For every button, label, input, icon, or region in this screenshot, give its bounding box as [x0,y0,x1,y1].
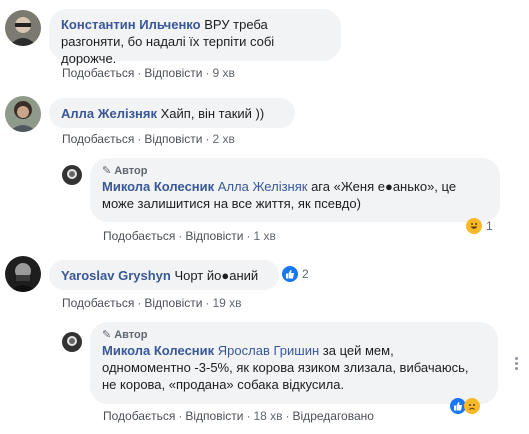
like-link[interactable]: Подобається [62,132,134,146]
separator: · [178,409,183,423]
timestamp[interactable]: 2 хв [212,132,234,146]
pencil-icon: ✎ [102,329,112,341]
reaction-summary[interactable]: 1 [466,218,493,234]
separator: · [205,296,210,310]
like-link[interactable]: Подобається [103,229,175,243]
comment-author[interactable]: Алла Желізняк [61,106,157,121]
avatar[interactable] [62,165,82,185]
separator: · [205,132,210,146]
pencil-icon: ✎ [102,165,112,177]
separator: · [137,66,142,80]
comment-actions: Подобається · Відповісти · 2 хв [62,132,235,146]
comment-bubble: ✎ Автор Микола Колесник Алла Желізняк ага… [90,158,500,222]
reply-link[interactable]: Відповісти [144,66,202,80]
comment-author[interactable]: Микола Колесник [102,343,214,358]
mention-tag[interactable]: Алла Желізняк [218,179,308,194]
comment-author[interactable]: Микола Колесник [102,179,214,194]
comment-text: Хайп, він такий )) [160,106,265,121]
comment-actions: Подобається · Відповісти · 1 хв [103,229,276,243]
separator: · [285,409,290,423]
comment-bubble: ✎ Автор Микола Колесник Ярослав Гришин за… [90,322,498,404]
separator: · [246,229,251,243]
reaction-summary[interactable] [450,398,480,414]
reaction-count: 1 [486,219,493,233]
separator: · [137,296,142,310]
separator: · [246,409,251,423]
avatar[interactable] [5,256,41,292]
comment-author[interactable]: Константин Ильченко [61,17,201,32]
author-badge-label: Автор [114,329,148,341]
timestamp[interactable]: 18 хв [253,409,282,423]
separator: · [205,66,210,80]
like-reaction-icon [282,266,298,282]
timestamp[interactable]: 19 хв [212,296,241,310]
reply-link[interactable]: Відповісти [185,229,243,243]
sad-reaction-icon [464,398,480,414]
like-link[interactable]: Подобається [62,66,134,80]
comment-actions: Подобається · Відповісти · 19 хв [62,296,242,310]
mention-tag[interactable]: Ярослав Гришин [218,343,319,358]
reaction-summary[interactable]: 2 [282,266,309,282]
author-badge-label: Автор [114,165,148,177]
comment-text: Чорт йо●аний [174,268,259,283]
comment-actions: Подобається · Відповісти · 18 хв · Відредагова… [103,409,374,423]
comment-bubble: Константин Ильченко ВРУ треба разгоняти,… [49,9,341,66]
author-badge: ✎ Автор [102,164,488,178]
haha-reaction-icon [466,218,482,234]
timestamp[interactable]: 1 хв [253,229,275,243]
reply-link[interactable]: Відповісти [185,409,243,423]
separator: · [178,229,183,243]
like-link[interactable]: Подобається [62,296,134,310]
avatar[interactable] [5,10,41,46]
comment-author[interactable]: Yaroslav Gryshyn [61,268,171,283]
separator: · [137,132,142,146]
avatar[interactable] [62,332,82,352]
reply-link[interactable]: Відповісти [144,296,202,310]
like-link[interactable]: Подобається [103,409,175,423]
timestamp[interactable]: 9 хв [212,66,234,80]
edited-link[interactable]: Відредаговано [293,409,374,423]
reaction-count: 2 [302,267,309,281]
comment-bubble: Yaroslav Gryshyn Чорт йо●аний [49,260,279,290]
reply-link[interactable]: Відповісти [144,132,202,146]
more-options-icon[interactable] [515,355,519,373]
avatar[interactable] [5,96,41,132]
comment-bubble: Алла Желізняк Хайп, він такий )) [49,98,295,128]
author-badge: ✎ Автор [102,328,486,342]
comment-actions: Подобається · Відповісти · 9 хв [62,66,235,80]
